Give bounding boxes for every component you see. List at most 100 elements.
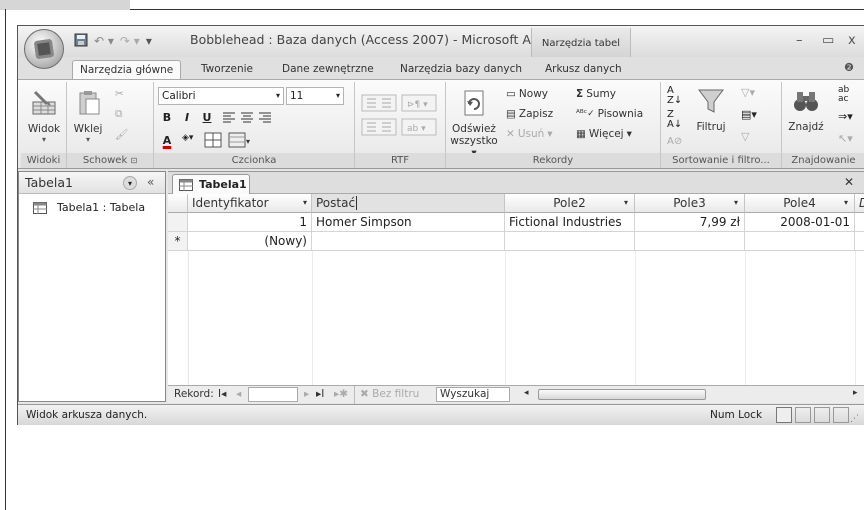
sort-descending-icon[interactable]: Z A↓ bbox=[667, 110, 682, 130]
scrollbar-thumb[interactable] bbox=[538, 389, 706, 400]
paste-button[interactable]: Wklej ▾ bbox=[69, 88, 107, 144]
save-record-button[interactable]: ▤ Zapisz bbox=[506, 108, 553, 120]
horizontal-scrollbar[interactable]: ◂ ▸ bbox=[518, 386, 864, 403]
nav-item-table[interactable]: Tabela1 : Tabela bbox=[19, 199, 165, 217]
tab-external-data[interactable]: Dane zewnętrzne bbox=[275, 60, 381, 79]
goto-icon[interactable]: ⇒▾ bbox=[838, 110, 853, 123]
chevron-down-icon[interactable]: ▾ bbox=[844, 194, 848, 212]
align-left-icon[interactable] bbox=[222, 111, 236, 128]
scroll-right-icon[interactable]: ▸ bbox=[853, 388, 858, 398]
tab-create[interactable]: Tworzenie bbox=[194, 60, 260, 79]
cell-postac[interactable]: Homer Simpson bbox=[312, 213, 505, 232]
cell-pole4[interactable]: 2008-01-01 bbox=[745, 213, 855, 232]
collapse-pane-icon[interactable]: « bbox=[147, 175, 154, 189]
column-header[interactable]: Pole4 ▾ bbox=[745, 194, 855, 213]
fill-color-icon[interactable]: ◈▾ bbox=[182, 133, 193, 143]
chevron-down-icon[interactable]: ▾ bbox=[734, 194, 738, 212]
highlight-icon[interactable]: ab ▾ bbox=[401, 118, 437, 139]
tab-database-tools[interactable]: Narzędzia bazy danych bbox=[393, 60, 529, 79]
bullets-icon[interactable] bbox=[361, 118, 397, 139]
maximize-button[interactable]: ▭ bbox=[822, 33, 834, 48]
advanced-filter-icon[interactable]: ▤▾ bbox=[741, 108, 757, 121]
spelling-button[interactable]: ᴬᴮᶜ✓ Pisownia bbox=[576, 108, 643, 120]
first-record-icon[interactable]: I◂ bbox=[218, 388, 226, 400]
font-name-select[interactable]: Calibri ▾ bbox=[158, 87, 284, 105]
chevron-down-icon[interactable]: ▾ bbox=[303, 194, 307, 212]
document-tab[interactable]: Tabela1 bbox=[172, 174, 250, 194]
dialog-launcher-icon[interactable]: ⊡ bbox=[130, 156, 137, 165]
cell-empty[interactable] bbox=[505, 232, 635, 251]
select-all-corner[interactable] bbox=[168, 194, 188, 213]
sort-ascending-icon[interactable]: A Z↓ bbox=[667, 86, 682, 106]
tab-datasheet[interactable]: Arkusz danych bbox=[538, 60, 629, 79]
bold-button[interactable]: B bbox=[158, 109, 176, 127]
scroll-left-icon[interactable]: ◂ bbox=[524, 388, 529, 398]
toggle-filter-icon[interactable]: ▽ bbox=[741, 130, 749, 143]
search-input[interactable]: Wyszukaj bbox=[436, 387, 510, 402]
new-row-marker[interactable]: * bbox=[168, 232, 188, 251]
office-button[interactable] bbox=[24, 29, 64, 69]
column-header-add[interactable]: Dod bbox=[855, 194, 864, 213]
refresh-all-button[interactable]: Odśwież wszystko ▾ bbox=[448, 88, 500, 159]
selection-filter-icon[interactable]: ▽▾ bbox=[741, 86, 755, 99]
chevron-down-icon[interactable]: ▾ bbox=[624, 194, 628, 212]
more-button[interactable]: ▦ Więcej ▾ bbox=[576, 128, 632, 140]
minimize-button[interactable]: – bbox=[796, 33, 803, 48]
row-selector[interactable] bbox=[168, 213, 188, 232]
filter-button[interactable]: Filtruj bbox=[691, 86, 731, 133]
column-header[interactable]: Identyfikator ▾ bbox=[188, 194, 312, 213]
design-view-icon[interactable] bbox=[833, 407, 849, 423]
nav-menu-chevron-icon[interactable]: ▾ bbox=[123, 176, 137, 190]
new-row-label[interactable]: (Nowy) bbox=[188, 232, 312, 251]
totals-button[interactable]: Σ Sumy bbox=[576, 88, 616, 100]
tab-home[interactable]: Narzędzia główne bbox=[72, 60, 182, 80]
format-painter-icon[interactable]: 🖌 bbox=[115, 128, 128, 141]
cell-empty[interactable] bbox=[635, 232, 745, 251]
replace-icon[interactable]: ab ac bbox=[838, 86, 849, 104]
underline-button[interactable]: U bbox=[198, 109, 216, 127]
customize-qat-icon[interactable]: ▾ bbox=[146, 34, 152, 48]
find-button[interactable]: Znajdź bbox=[786, 86, 826, 133]
cell-id[interactable]: 1 bbox=[188, 213, 312, 232]
clear-sort-icon[interactable]: A⊘ bbox=[667, 136, 682, 147]
select-icon[interactable]: ↖▾ bbox=[838, 132, 853, 145]
align-center-icon[interactable] bbox=[240, 111, 254, 128]
font-size-select[interactable]: 11 ▾ bbox=[286, 87, 344, 105]
cut-icon[interactable]: ✂ bbox=[115, 88, 124, 100]
align-right-icon[interactable] bbox=[258, 111, 272, 128]
next-record-icon[interactable]: ▸ bbox=[304, 388, 309, 400]
italic-button[interactable]: I bbox=[178, 109, 196, 127]
cell-empty[interactable] bbox=[312, 232, 505, 251]
record-number-input[interactable] bbox=[248, 387, 298, 402]
close-button[interactable]: x bbox=[848, 33, 856, 48]
close-document-icon[interactable]: ✕ bbox=[844, 175, 854, 189]
column-header[interactable]: Postać​ bbox=[312, 194, 505, 213]
column-header[interactable]: Pole2 ▾ bbox=[505, 194, 635, 213]
delete-record-button[interactable]: ✕ Usuń ▾ bbox=[506, 128, 553, 140]
cell-empty[interactable] bbox=[745, 232, 855, 251]
resize-grip-icon[interactable]: ⋰ bbox=[850, 414, 859, 424]
help-icon[interactable]: ❷ bbox=[844, 61, 854, 74]
view-button[interactable]: Widok ▾ bbox=[25, 88, 63, 144]
gridlines-icon[interactable] bbox=[204, 132, 222, 151]
filter-status[interactable]: ✖ Bez filtru bbox=[360, 388, 419, 400]
pivot-table-icon[interactable] bbox=[795, 407, 811, 423]
column-header[interactable]: Pole3 ▾ bbox=[635, 194, 745, 213]
undo-icon[interactable]: ↶ ▾ bbox=[94, 34, 114, 48]
cell-empty[interactable] bbox=[855, 232, 864, 251]
paragraph-direction-icon[interactable]: ⊳¶ ▾ bbox=[401, 94, 437, 115]
datasheet-view-icon[interactable] bbox=[776, 407, 792, 423]
cell-pole2[interactable]: Fictional Industries bbox=[505, 213, 635, 232]
nav-pane-header[interactable]: Tabela1 ▾ « bbox=[19, 172, 165, 194]
cell-pole3[interactable]: 7,99 zł bbox=[635, 213, 745, 232]
cell-empty[interactable] bbox=[855, 213, 864, 232]
last-record-icon[interactable]: ▸I bbox=[316, 388, 324, 400]
decrease-indent-icon[interactable] bbox=[361, 94, 397, 115]
pivot-chart-icon[interactable] bbox=[814, 407, 830, 423]
new-record-nav-icon[interactable]: ▸✱ bbox=[334, 388, 348, 400]
alternate-fill-icon[interactable]: ▾ bbox=[228, 132, 252, 151]
new-record-button[interactable]: ▭ Nowy bbox=[506, 88, 548, 100]
font-color-button[interactable]: A bbox=[158, 132, 176, 150]
prev-record-icon[interactable]: ◂ bbox=[236, 388, 241, 400]
save-icon[interactable] bbox=[74, 33, 88, 50]
